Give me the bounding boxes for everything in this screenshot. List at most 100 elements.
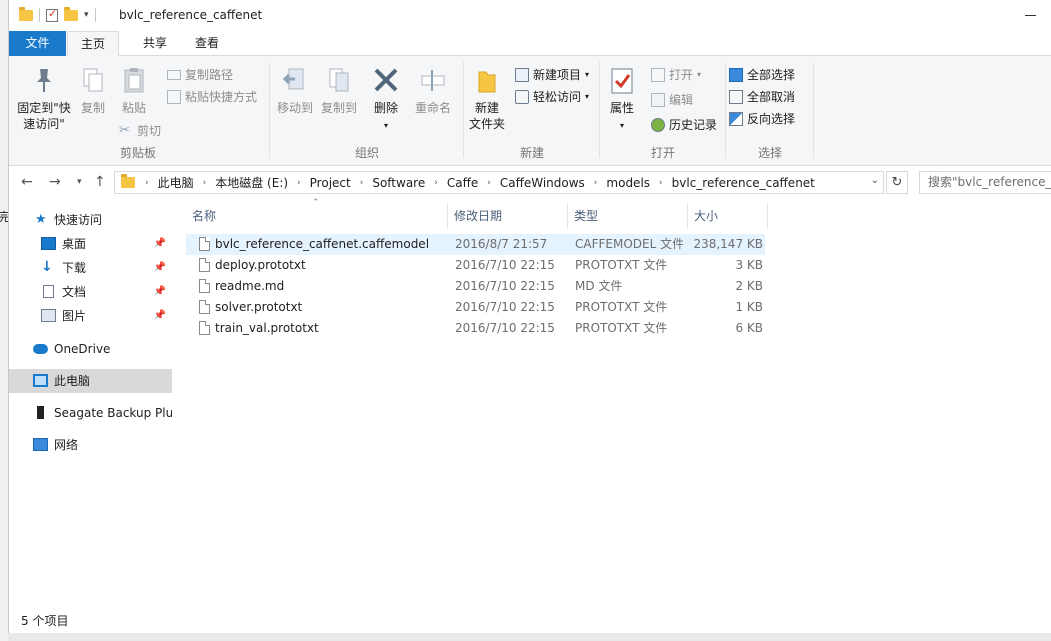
address-bar[interactable]: › 此电脑 › 本地磁盘 (E:) › Project › Software ›…: [114, 171, 884, 194]
easy-access-button[interactable]: 轻松访问 ▾: [515, 88, 589, 106]
file-size: 3 KB: [735, 258, 763, 272]
file-type: PROTOTXT 文件: [575, 321, 668, 335]
nav-item-onedrive[interactable]: OneDrive: [9, 337, 172, 361]
properties-button[interactable]: 属性 ▾: [605, 66, 639, 134]
forward-arrow-icon[interactable]: →: [49, 174, 61, 190]
delete-button[interactable]: 删除 ▾: [369, 66, 403, 134]
select-none-button[interactable]: 全部取消: [729, 88, 795, 106]
copy-button[interactable]: 复制: [77, 66, 109, 116]
new-item-button[interactable]: 新建项目 ▾: [515, 66, 589, 84]
nav-item-label: 下载: [62, 261, 87, 275]
properties-quick-icon[interactable]: [46, 7, 58, 22]
explorer-window: ▾ bvlc_reference_caffenet 文件 主页 共享 查看 固定…: [8, 0, 1051, 633]
breadcrumb-caffe[interactable]: Caffe: [447, 176, 478, 190]
file-name: readme.md: [215, 279, 285, 293]
move-to-button[interactable]: 移动到: [275, 66, 315, 116]
breadcrumb-separator-icon[interactable]: ›: [594, 178, 598, 188]
breadcrumb-project[interactable]: Project: [310, 176, 351, 190]
new-folder-icon: [478, 71, 496, 93]
tab-home[interactable]: 主页: [67, 31, 119, 57]
tab-share[interactable]: 共享: [129, 31, 181, 56]
nav-item-documents[interactable]: 文档 📌: [9, 280, 172, 304]
properties-dropdown-icon[interactable]: ▾: [620, 121, 624, 130]
rename-icon: [421, 70, 445, 91]
new-folder-quick-icon[interactable]: [64, 6, 78, 21]
pin-label-line1: 固定到"快: [17, 101, 71, 115]
nav-item-label: 此电脑: [54, 374, 91, 388]
file-size: 1 KB: [735, 300, 763, 314]
rename-button[interactable]: 重命名: [411, 66, 455, 116]
column-header-modified[interactable]: 修改日期: [448, 203, 568, 229]
breadcrumb-separator-icon[interactable]: ›: [360, 178, 364, 188]
nav-item-quick-access[interactable]: ★ 快速访问: [9, 208, 172, 232]
pin-quick-access-button[interactable]: 固定到"快 速访问": [15, 66, 73, 132]
delete-label: 删除: [373, 101, 398, 115]
nav-item-desktop[interactable]: 桌面 📌: [9, 232, 172, 256]
computer-icon: [33, 374, 48, 387]
nav-item-pictures[interactable]: 图片 📌: [9, 304, 172, 328]
file-row[interactable]: train_val.prototxt 2016/7/10 22:15 PROTO…: [186, 318, 765, 339]
refresh-button[interactable]: ↻: [886, 171, 908, 194]
search-input[interactable]: 搜索"bvlc_reference_caffenet": [919, 171, 1051, 194]
cut-button[interactable]: ✂ 剪切: [119, 122, 161, 140]
file-modified: 2016/7/10 22:15: [455, 258, 555, 272]
history-button[interactable]: 历史记录: [651, 116, 717, 134]
customize-toolbar-chevron-icon[interactable]: ▾: [84, 10, 89, 20]
breadcrumb-separator-icon[interactable]: ›: [434, 178, 438, 188]
easy-access-label: 轻松访问: [533, 90, 582, 104]
tab-view[interactable]: 查看: [181, 31, 233, 56]
back-arrow-icon[interactable]: ←: [21, 174, 33, 190]
breadcrumb-software[interactable]: Software: [372, 176, 425, 190]
copy-path-button[interactable]: 复制路径: [167, 66, 233, 84]
organize-group: 移动到 复制到 删除 ▾ 重命名 组织: [271, 60, 463, 163]
edit-button[interactable]: 编辑: [651, 91, 693, 109]
edit-icon: [651, 93, 665, 107]
breadcrumb-this-pc[interactable]: 此电脑: [158, 174, 194, 191]
new-folder-button[interactable]: 新建 文件夹: [465, 66, 509, 132]
breadcrumb-caffewindows[interactable]: CaffeWindows: [500, 176, 585, 190]
nav-item-this-pc[interactable]: 此电脑: [9, 369, 172, 393]
breadcrumb-separator-icon[interactable]: ›: [297, 178, 301, 188]
breadcrumb-current-folder[interactable]: bvlc_reference_caffenet: [672, 176, 815, 190]
breadcrumb-separator-icon[interactable]: ›: [487, 178, 491, 188]
column-header-type[interactable]: 类型: [568, 203, 688, 229]
pin-icon[interactable]: 📌: [154, 280, 166, 304]
column-header-name[interactable]: 名称: [186, 203, 448, 229]
recent-locations-chevron-icon[interactable]: ▾: [77, 177, 82, 187]
group-divider: [813, 62, 814, 158]
nav-item-downloads[interactable]: ↓ 下载 📌: [9, 256, 172, 280]
pin-icon[interactable]: 📌: [154, 232, 166, 256]
window-title: bvlc_reference_caffenet: [119, 8, 263, 22]
copy-to-button[interactable]: 复制到: [319, 66, 359, 116]
paste-button[interactable]: 粘贴: [117, 66, 151, 116]
breadcrumb-separator-icon[interactable]: ›: [145, 178, 149, 188]
invert-selection-button[interactable]: 反向选择: [729, 110, 795, 128]
file-name: train_val.prototxt: [215, 321, 319, 335]
tab-file[interactable]: 文件: [9, 31, 66, 56]
file-row[interactable]: bvlc_reference_caffenet.caffemodel 2016/…: [186, 234, 765, 255]
minimize-button[interactable]: [1025, 6, 1039, 18]
up-arrow-icon[interactable]: ↑: [94, 174, 106, 190]
column-header-size[interactable]: 大小: [688, 203, 768, 229]
paste-shortcut-button[interactable]: 粘贴快捷方式: [167, 88, 257, 106]
file-row[interactable]: deploy.prototxt 2016/7/10 22:15 PROTOTXT…: [186, 255, 765, 276]
nav-item-label: 桌面: [62, 237, 87, 251]
onedrive-cloud-icon: [33, 344, 48, 354]
file-row[interactable]: solver.prototxt 2016/7/10 22:15 PROTOTXT…: [186, 297, 765, 318]
breadcrumb-separator-icon[interactable]: ›: [659, 178, 663, 188]
file-row[interactable]: readme.md 2016/7/10 22:15 MD 文件 2 KB: [186, 276, 765, 297]
nav-item-network[interactable]: 网络: [9, 433, 172, 457]
breadcrumb-models[interactable]: models: [606, 176, 650, 190]
breadcrumb-drive-e[interactable]: 本地磁盘 (E:): [215, 174, 288, 191]
nav-item-seagate-drive[interactable]: Seagate Backup Plus: [9, 401, 172, 425]
breadcrumb-separator-icon[interactable]: ›: [203, 178, 207, 188]
pin-icon[interactable]: 📌: [154, 304, 166, 328]
open-button[interactable]: 打开 ▾: [651, 66, 701, 84]
invert-selection-label: 反向选择: [747, 112, 796, 126]
delete-dropdown-icon[interactable]: ▾: [384, 121, 388, 130]
pin-icon[interactable]: 📌: [154, 256, 166, 280]
address-history-chevron-icon[interactable]: ⌄: [871, 175, 879, 186]
select-group-label: 选择: [757, 146, 782, 160]
copy-icon: [83, 68, 103, 92]
select-all-button[interactable]: 全部选择: [729, 66, 795, 84]
